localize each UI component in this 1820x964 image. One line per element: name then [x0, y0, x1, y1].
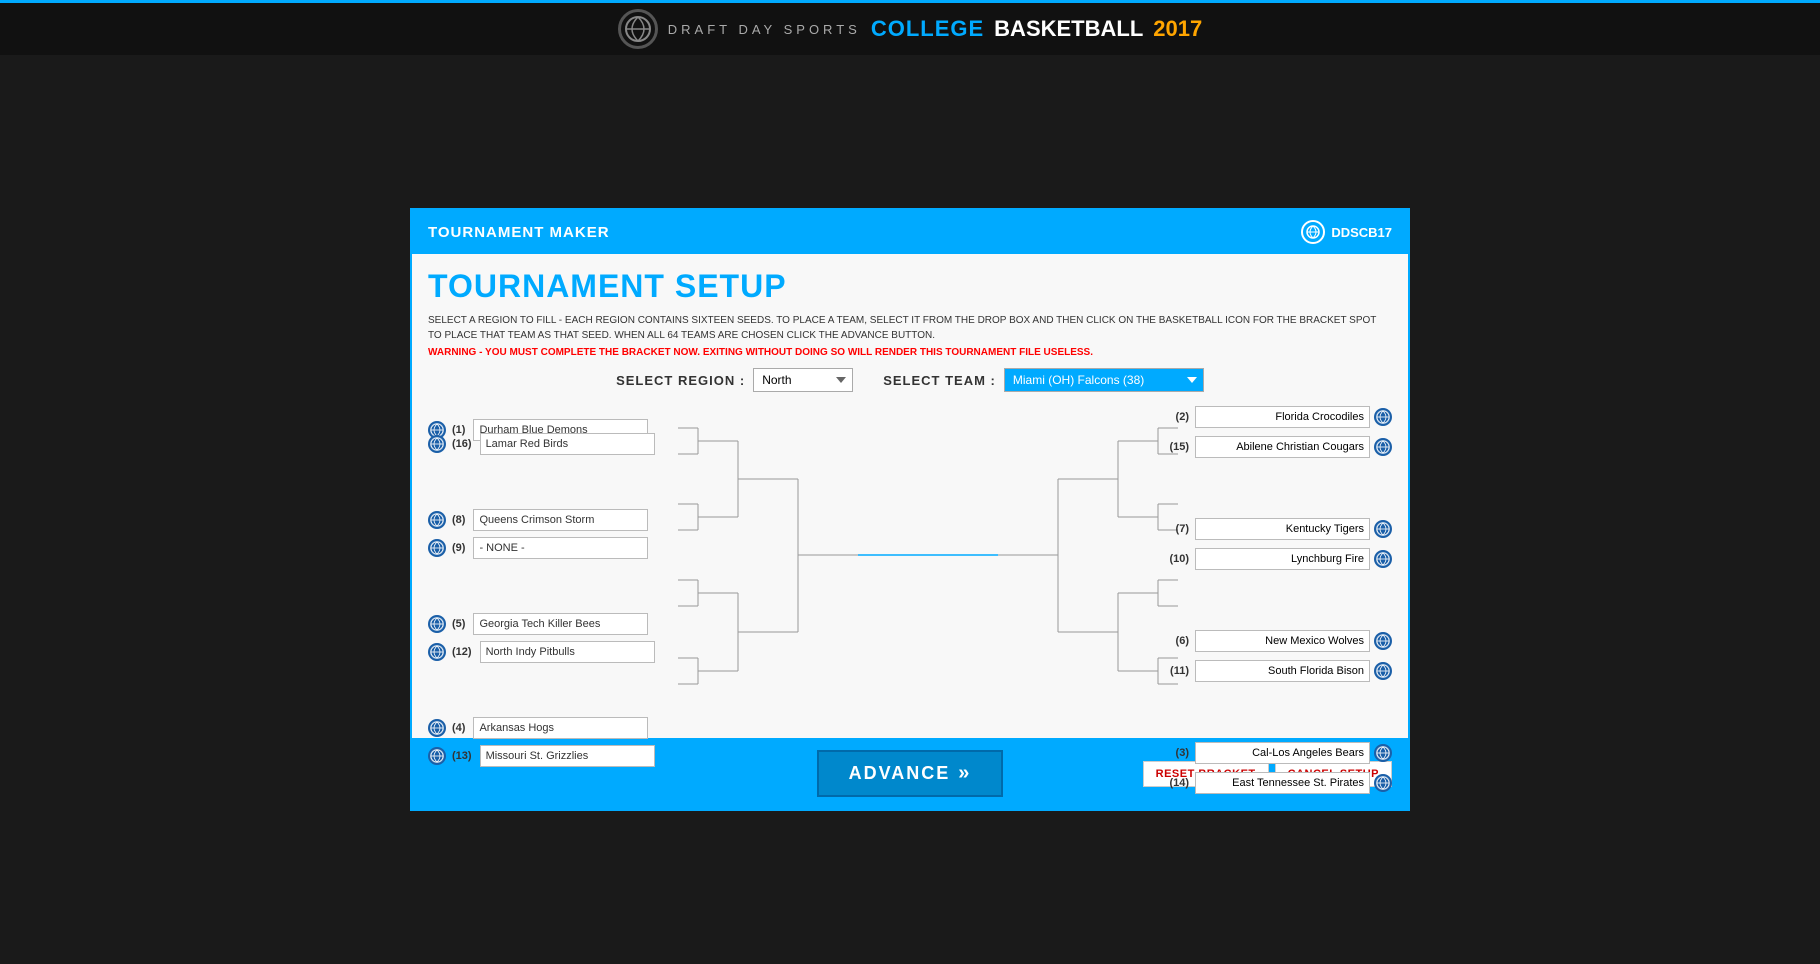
bracket-icon-12[interactable]	[428, 643, 446, 661]
seed-8: (8)	[452, 514, 465, 526]
advance-button[interactable]: ADVANCE »	[817, 750, 1004, 797]
seed-12: (12)	[452, 646, 472, 658]
team-row-10: Lynchburg Fire (10)	[1137, 546, 1392, 572]
team-select-group: SELECT TEAM : Miami (OH) Falcons (38) - …	[883, 368, 1204, 392]
panel-header: TOURNAMENT MAKER DDSCB17	[412, 210, 1408, 254]
logo-draft-text: DRAFT DAY SPORTS	[668, 22, 861, 37]
left-teams-col: (1) Durham Blue Demons	[428, 404, 683, 768]
team-dropdown[interactable]: Miami (OH) Falcons (38) - NONE -	[1004, 368, 1204, 392]
team-name-9: - NONE -	[473, 537, 648, 559]
seed-5: (5)	[452, 618, 465, 630]
seed-13: (13)	[452, 750, 472, 762]
panel-header-logo: DDSCB17	[1301, 220, 1392, 244]
team-name-2: Florida Crocodiles	[1195, 406, 1370, 428]
select-row: SELECT REGION : North South East West SE…	[428, 368, 1392, 392]
logo-year-text: 2017	[1153, 16, 1202, 42]
team-row-12: (12) North Indy Pitbulls	[428, 640, 683, 664]
main-content: TOURNAMENT MAKER DDSCB17 TOURNAMENT SETU…	[0, 55, 1820, 964]
team-row-4: (4) Arkansas Hogs	[428, 716, 683, 740]
team-name-6: New Mexico Wolves	[1195, 630, 1370, 652]
team-row-9: (9) - NONE -	[428, 536, 683, 560]
seed-10-label: (10)	[1169, 553, 1189, 565]
team-name-5: Georgia Tech Killer Bees	[473, 613, 648, 635]
bracket-icon-13[interactable]	[428, 747, 446, 765]
seed-11-label: (11)	[1170, 665, 1189, 677]
right-teams-col: Florida Crocodiles (2)	[1137, 404, 1392, 800]
bracket-icon-7[interactable]	[1374, 520, 1392, 538]
team-name-7: Kentucky Tigers	[1195, 518, 1370, 540]
team-row-8: (8) Queens Crimson Storm	[428, 508, 683, 532]
panel-body: TOURNAMENT SETUP SELECT A REGION TO FILL…	[412, 254, 1408, 738]
team-name-16: Lamar Red Birds	[480, 433, 655, 455]
bracket-area: (1) Durham Blue Demons	[428, 404, 1392, 724]
team-row-5: (5) Georgia Tech Killer Bees	[428, 612, 683, 636]
team-row-7: Kentucky Tigers (7)	[1137, 516, 1392, 542]
seed-3-label: (3)	[1176, 747, 1189, 759]
app-logo: DRAFT DAY SPORTS COLLEGE BASKETBALL 2017	[618, 9, 1202, 49]
team-label: SELECT TEAM :	[883, 373, 996, 388]
top-bar: DRAFT DAY SPORTS COLLEGE BASKETBALL 2017	[0, 0, 1820, 55]
team-name-12: North Indy Pitbulls	[480, 641, 655, 663]
region-select-group: SELECT REGION : North South East West	[616, 368, 853, 392]
warning-text: WARNING - YOU MUST COMPLETE THE BRACKET …	[428, 347, 1392, 358]
team-name-4: Arkansas Hogs	[473, 717, 648, 739]
logo-icon	[618, 9, 658, 49]
bracket-icon-16[interactable]	[428, 435, 446, 453]
advance-arrows-icon: »	[958, 762, 971, 785]
logo-college-text: COLLEGE	[871, 16, 984, 42]
team-row-16: (16) Lamar Red Birds	[428, 432, 683, 456]
team-row-6: New Mexico Wolves (6)	[1137, 628, 1392, 654]
team-row-15: Abilene Christian Cougars (15)	[1137, 434, 1392, 460]
team-name-3: Cal-Los Angeles Bears	[1195, 742, 1370, 764]
logo-basketball-text: BASKETBALL	[994, 16, 1143, 42]
bracket-icon-10[interactable]	[1374, 550, 1392, 568]
instructions-text: SELECT A REGION TO FILL - EACH REGION CO…	[428, 313, 1392, 343]
bracket-icon-11[interactable]	[1374, 662, 1392, 680]
seed-16: (16)	[452, 438, 472, 450]
team-row-13: (13) Missouri St. Grizzlies	[428, 744, 683, 768]
seed-14-label: (14)	[1169, 777, 1189, 789]
team-name-13: Missouri St. Grizzlies	[480, 745, 655, 767]
team-name-11: South Florida Bison	[1195, 660, 1370, 682]
bracket-icon-15[interactable]	[1374, 438, 1392, 456]
team-row-14: East Tennessee St. Pirates (14)	[1137, 770, 1392, 796]
panel-logo-text: DDSCB17	[1331, 225, 1392, 240]
bracket-icon-4[interactable]	[428, 719, 446, 737]
team-row-3: Cal-Los Angeles Bears (3)	[1137, 740, 1392, 766]
seed-7-label: (7)	[1176, 523, 1189, 535]
seed-4: (4)	[452, 722, 465, 734]
panel-logo-icon	[1301, 220, 1325, 244]
bracket-icon-9[interactable]	[428, 539, 446, 557]
seed-6-label: (6)	[1176, 635, 1189, 647]
bracket-icon-5[interactable]	[428, 615, 446, 633]
team-name-14: East Tennessee St. Pirates	[1195, 772, 1370, 794]
panel-header-title: TOURNAMENT MAKER	[428, 224, 610, 241]
bracket-icon-6[interactable]	[1374, 632, 1392, 650]
team-name-8: Queens Crimson Storm	[473, 509, 648, 531]
team-name-10: Lynchburg Fire	[1195, 548, 1370, 570]
team-row-2: Florida Crocodiles (2)	[1137, 404, 1392, 430]
panel-title: TOURNAMENT SETUP	[428, 268, 1392, 305]
bracket-icon-14[interactable]	[1374, 774, 1392, 792]
region-dropdown[interactable]: North South East West	[753, 368, 853, 392]
seed-2-label: (2)	[1176, 411, 1189, 423]
seed-15-label: (15)	[1169, 441, 1189, 453]
bracket-icon-3[interactable]	[1374, 744, 1392, 762]
region-label: SELECT REGION :	[616, 373, 745, 388]
team-row-11: South Florida Bison (11)	[1137, 658, 1392, 684]
seed-9: (9)	[452, 542, 465, 554]
bracket-icon-8[interactable]	[428, 511, 446, 529]
team-name-15: Abilene Christian Cougars	[1195, 436, 1370, 458]
tournament-panel: TOURNAMENT MAKER DDSCB17 TOURNAMENT SETU…	[410, 208, 1410, 811]
bracket-icon-2[interactable]	[1374, 408, 1392, 426]
